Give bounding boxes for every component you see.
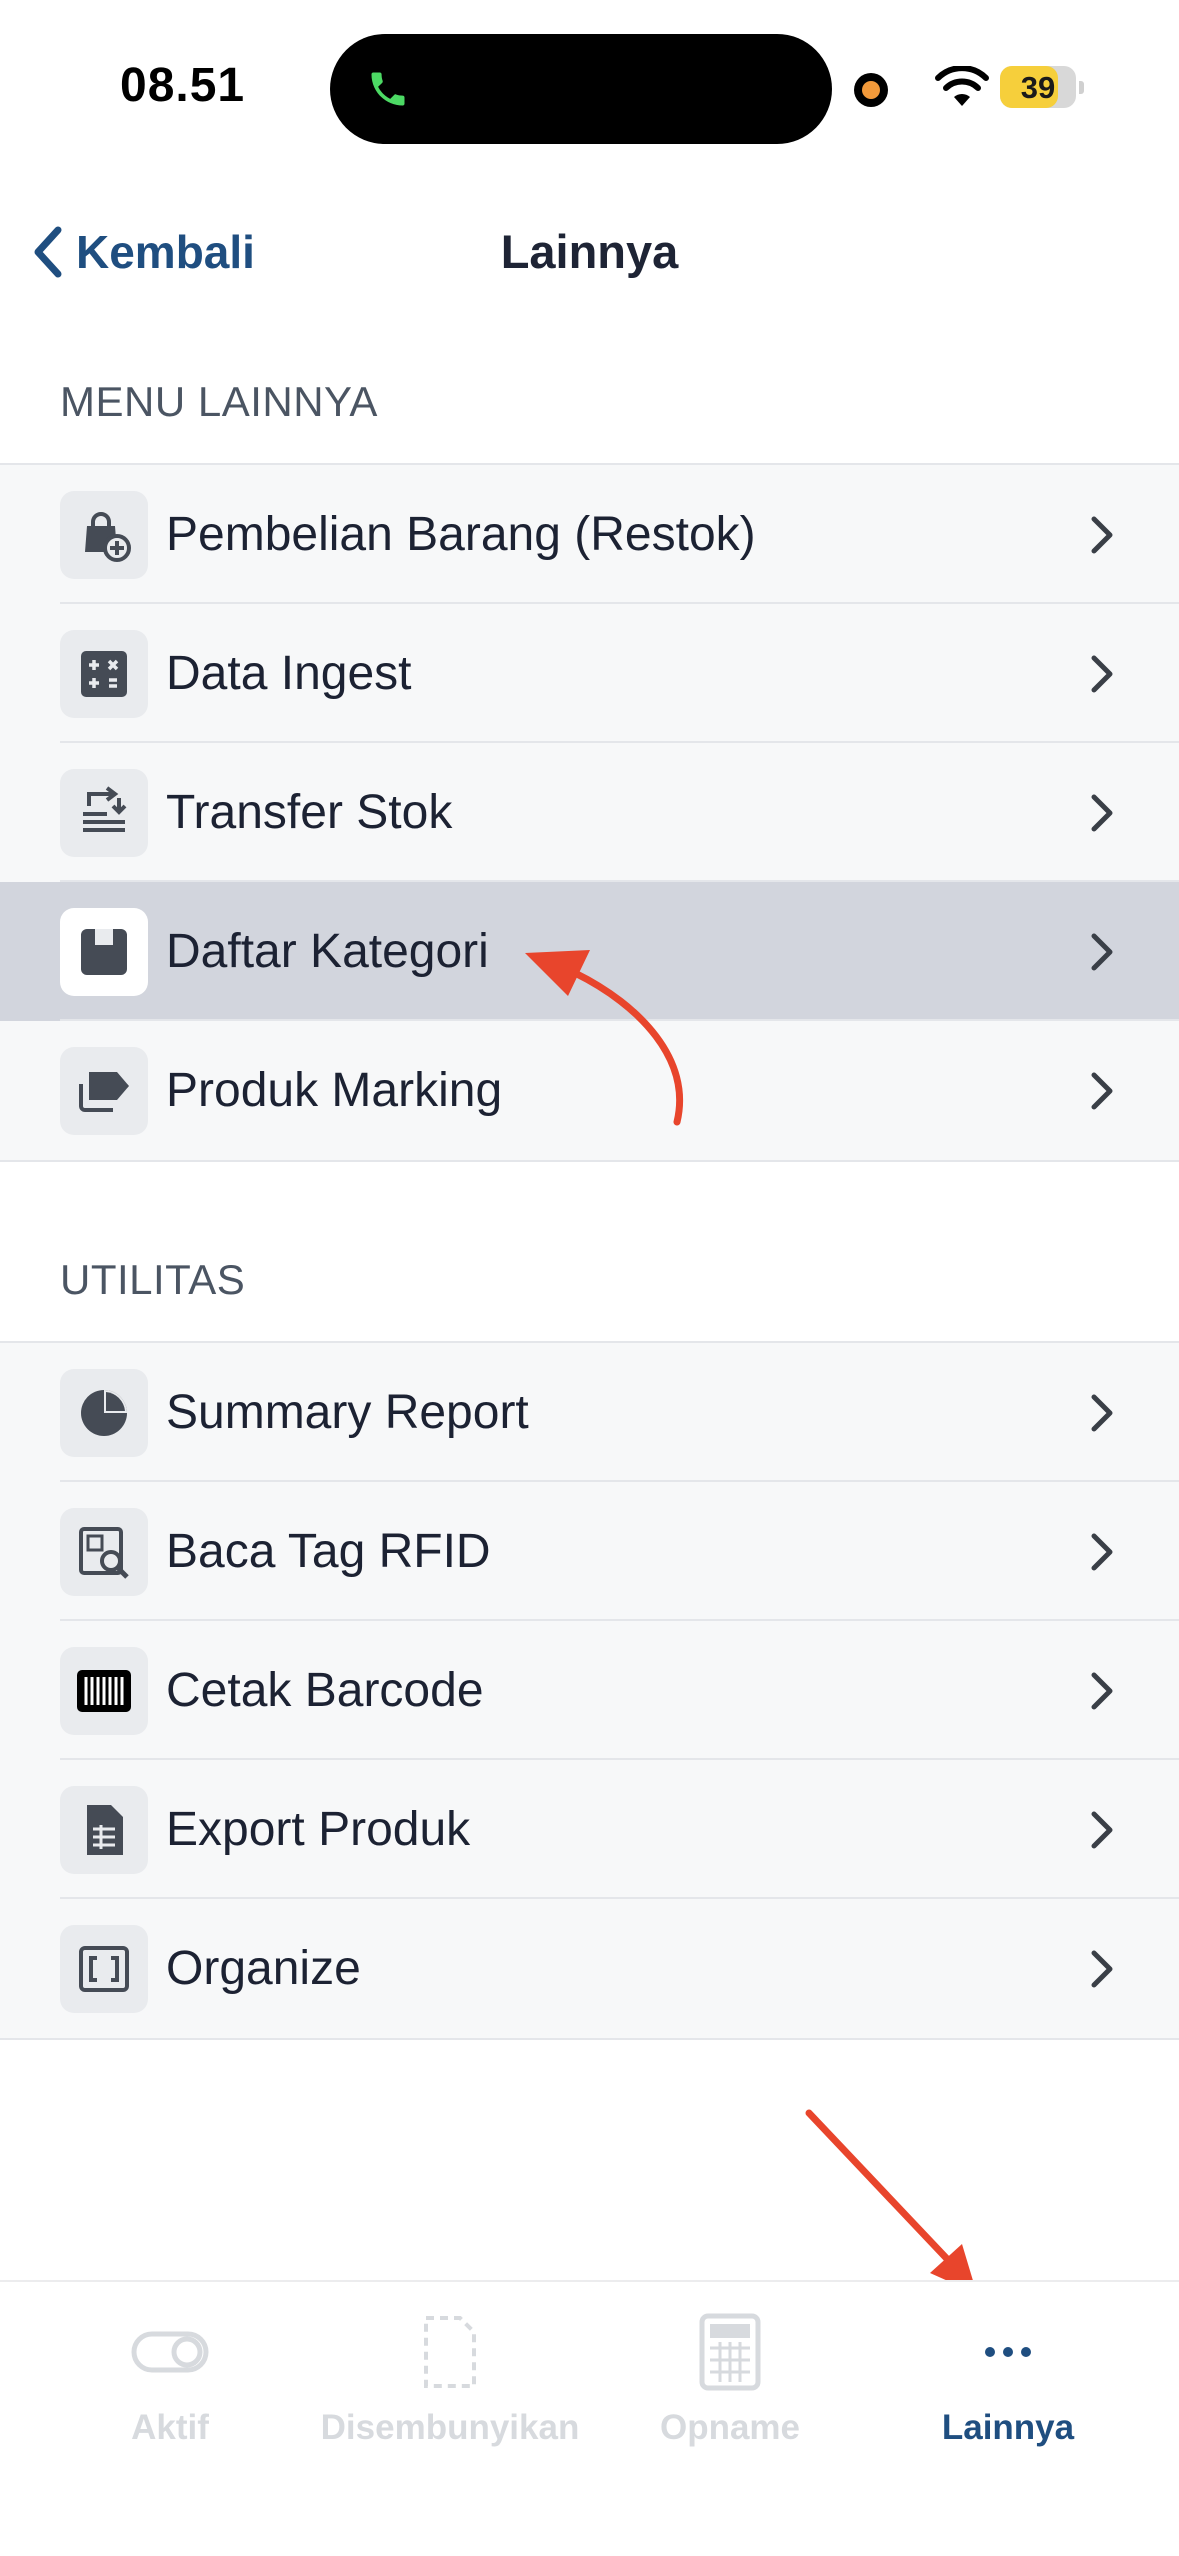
- menu-item-label: Organize: [166, 1942, 361, 1995]
- menu-item-label: Daftar Kategori: [166, 925, 489, 978]
- chevron-right-icon: [1091, 1811, 1113, 1849]
- battery-level: 39: [1020, 70, 1056, 105]
- calculator-icon: [699, 2313, 761, 2391]
- tab-label: Lainnya: [941, 2408, 1075, 2447]
- phone-icon: [371, 72, 405, 106]
- shopping-bag-plus-icon: [60, 491, 148, 579]
- menu-item-transfer-stok[interactable]: Transfer Stok: [0, 743, 1179, 882]
- chevron-right-icon: [1091, 1950, 1113, 1988]
- chevron-right-icon: [1091, 1672, 1113, 1710]
- wifi-icon: [935, 66, 989, 106]
- chevron-right-icon: [1091, 1394, 1113, 1432]
- calculator-icon: [60, 630, 148, 718]
- hidden-file-icon: [424, 2316, 476, 2388]
- tab-label: Aktif: [131, 2408, 209, 2447]
- pie-chart-icon: [60, 1369, 148, 1457]
- dynamic-island[interactable]: [330, 34, 832, 144]
- rfid-search-icon: [60, 1508, 148, 1596]
- menu-item-baca-tag-rfid[interactable]: Baca Tag RFID: [0, 1482, 1179, 1621]
- privacy-indicator: [854, 73, 888, 107]
- menu-item-label: Pembelian Barang (Restok): [166, 508, 756, 561]
- tab-label: Disembunyikan: [320, 2408, 580, 2447]
- chevron-right-icon: [1091, 1072, 1113, 1110]
- menu-item-label: Cetak Barcode: [166, 1664, 484, 1717]
- menu-item-label: Data Ingest: [166, 647, 412, 700]
- menu-item-cetak-barcode[interactable]: Cetak Barcode: [0, 1621, 1179, 1760]
- menu-item-label: Baca Tag RFID: [166, 1525, 491, 1578]
- tab-aktif[interactable]: Aktif: [30, 2312, 310, 2462]
- menu-item-export-produk[interactable]: Export Produk: [0, 1760, 1179, 1899]
- chevron-right-icon: [1091, 655, 1113, 693]
- chevron-right-icon: [1091, 516, 1113, 554]
- category-icon: [60, 908, 148, 996]
- menu-item-pembelian-barang[interactable]: Pembelian Barang (Restok): [0, 465, 1179, 604]
- menu-item-label: Produk Marking: [166, 1064, 503, 1117]
- chevron-right-icon: [1091, 1533, 1113, 1571]
- tab-lainnya[interactable]: Lainnya: [868, 2312, 1148, 2462]
- annotation-arrow-lainnya-tab: [805, 2109, 977, 2294]
- transfer-icon: [60, 769, 148, 857]
- menu-item-label: Transfer Stok: [166, 786, 453, 839]
- chevron-right-icon: [1091, 933, 1113, 971]
- tag-icon: [60, 1047, 148, 1135]
- menu-item-label: Summary Report: [166, 1386, 529, 1439]
- menu-item-daftar-kategori[interactable]: Daftar Kategori: [0, 882, 1179, 1021]
- menu-list: Pembelian Barang (Restok) Data Ingest Tr…: [0, 463, 1179, 1162]
- section-header-utilitas: UTILITAS: [60, 1256, 246, 1303]
- battery-indicator: 39: [1000, 66, 1084, 108]
- status-bar: 08.51 39: [0, 0, 1179, 170]
- bottom-tab-bar: Aktif Disembunyikan Opname Lainnya: [0, 2280, 1179, 2556]
- navigation-bar: Kembali Lainnya: [0, 200, 1179, 304]
- tab-disembunyikan[interactable]: Disembunyikan: [310, 2312, 590, 2462]
- status-time: 08.51: [120, 59, 246, 112]
- menu-item-organize[interactable]: Organize: [0, 1899, 1179, 2038]
- spreadsheet-file-icon: [60, 1786, 148, 1874]
- menu-item-data-ingest[interactable]: Data Ingest: [0, 604, 1179, 743]
- more-dots-icon: [985, 2347, 1031, 2357]
- tab-opname[interactable]: Opname: [590, 2312, 870, 2462]
- menu-item-produk-marking[interactable]: Produk Marking: [0, 1021, 1179, 1160]
- toggle-icon: [131, 2331, 209, 2373]
- tab-label: Opname: [659, 2408, 801, 2447]
- chevron-right-icon: [1091, 794, 1113, 832]
- barcode-icon: [60, 1647, 148, 1735]
- menu-item-summary-report[interactable]: Summary Report: [0, 1343, 1179, 1482]
- utilitas-list: Summary Report Baca Tag RFID Cetak Barco…: [0, 1341, 1179, 2040]
- organize-icon: [60, 1925, 148, 2013]
- section-header-menu: MENU LAINNYA: [60, 378, 378, 425]
- page-title: Lainnya: [500, 225, 679, 278]
- menu-item-label: Export Produk: [166, 1803, 471, 1856]
